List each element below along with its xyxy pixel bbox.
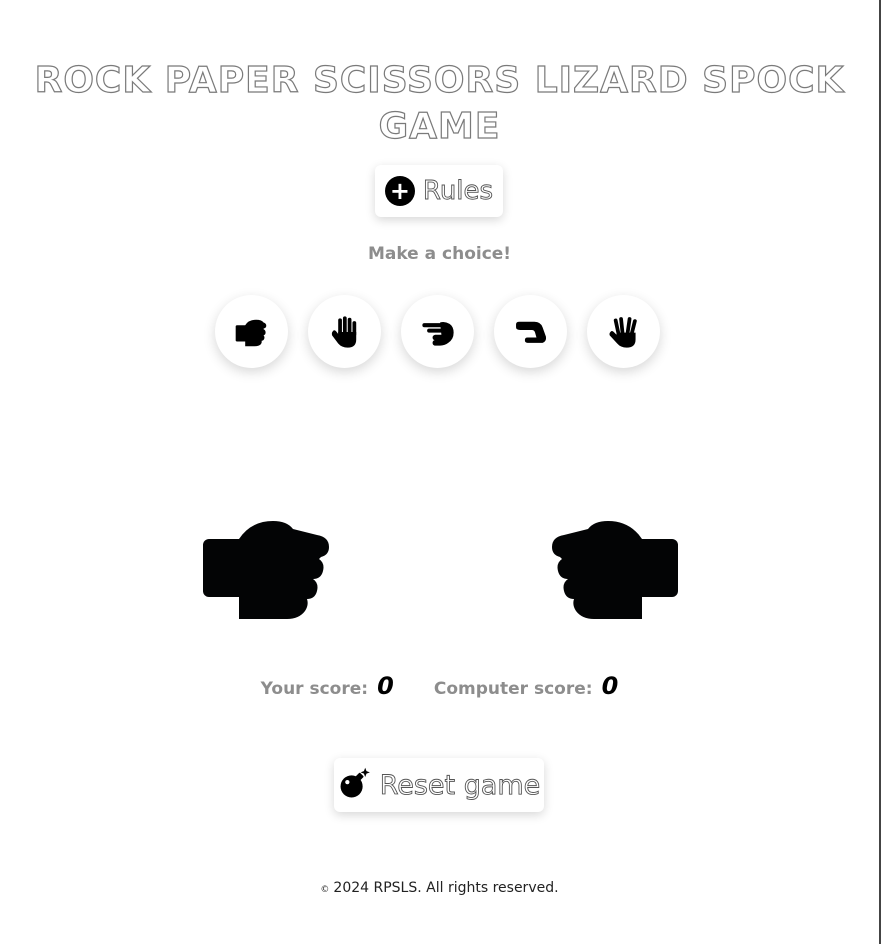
player-hand-icon: [203, 521, 329, 619]
lizard-hand-icon: [515, 321, 546, 343]
scissors-choice-button[interactable]: [401, 295, 474, 368]
rock-hand-icon: [235, 319, 266, 346]
reset-game-button[interactable]: Reset game: [334, 758, 544, 812]
spock-choice-button[interactable]: [587, 295, 660, 368]
player-score-label: Your score:: [260, 679, 369, 699]
spock-hand-icon: [608, 316, 637, 348]
footer: © 2024 RPSLS. All rights reserved.: [0, 880, 879, 896]
plus-circle-icon: +: [384, 176, 415, 206]
page-title: ROCK PAPER SCISSORS LIZARD SPOCK GAME: [0, 58, 879, 150]
rules-button-label: Rules: [422, 176, 494, 207]
computer-hand-icon: [552, 521, 678, 619]
title-line-1: ROCK PAPER SCISSORS LIZARD SPOCK: [34, 60, 845, 102]
computer-score-value: 0: [601, 672, 619, 700]
reset-button-label: Reset game: [379, 769, 541, 801]
rock-choice-button[interactable]: [215, 295, 288, 368]
computer-score: Computer score: 0: [434, 672, 618, 700]
choice-buttons: [215, 295, 660, 368]
footer-text: 2024 RPSLS. All rights reserved.: [333, 880, 559, 896]
copyright-symbol: ©: [320, 885, 330, 895]
lizard-choice-button[interactable]: [494, 295, 567, 368]
player-score-value: 0: [377, 672, 394, 700]
rules-button[interactable]: + Rules: [375, 165, 503, 217]
scoreboard: Your score: 0 Computer score: 0: [0, 672, 879, 700]
scissors-hand-icon: [421, 321, 454, 346]
choice-prompt: Make a choice!: [367, 244, 512, 264]
paper-hand-icon: [331, 315, 356, 348]
bomb-icon: [338, 766, 372, 804]
player-score: Your score: 0: [261, 672, 394, 700]
game-page: ROCK PAPER SCISSORS LIZARD SPOCK GAME + …: [0, 0, 879, 944]
computer-score-label: Computer score:: [433, 679, 593, 699]
title-line-2: GAME: [378, 106, 501, 148]
paper-choice-button[interactable]: [308, 295, 381, 368]
